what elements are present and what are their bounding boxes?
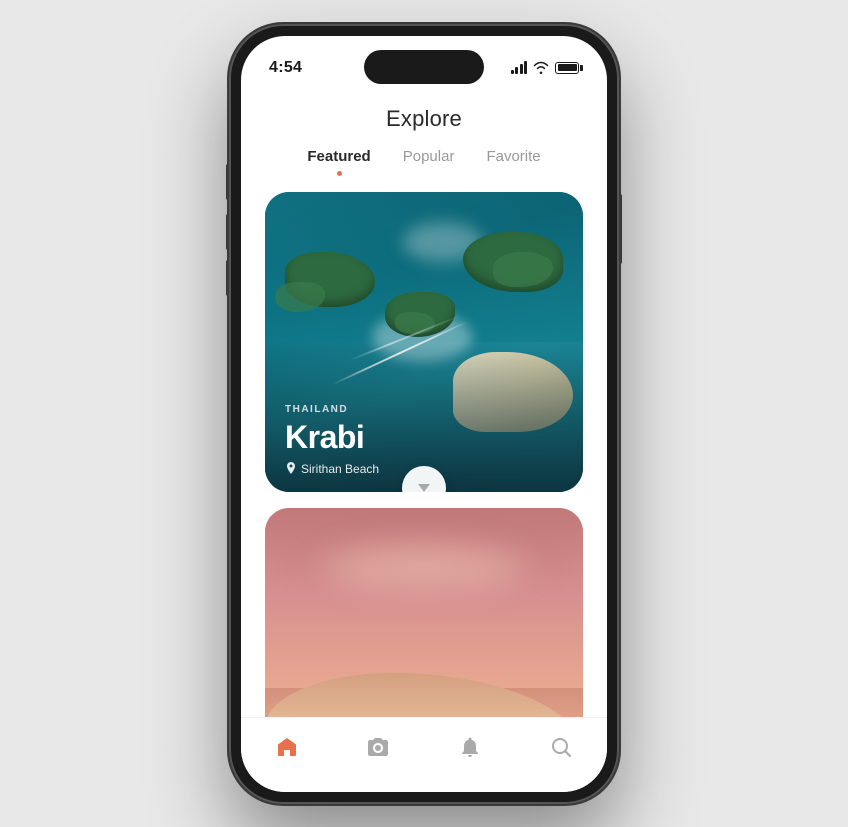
- tab-favorite-dot: [511, 171, 516, 176]
- phone-screen: 4:54: [241, 36, 607, 792]
- card-city: Krabi: [285, 419, 563, 456]
- home-icon: [274, 734, 300, 760]
- tab-favorite[interactable]: Favorite: [486, 148, 540, 176]
- card-krabi[interactable]: THAILAND Krabi Sirithan Beach: [265, 192, 583, 492]
- tab-featured-label: Featured: [307, 148, 370, 165]
- nav-camera[interactable]: [349, 730, 407, 764]
- status-time: 4:54: [269, 59, 302, 77]
- status-icons: [511, 61, 580, 74]
- bottom-nav: [241, 717, 607, 792]
- page-title-area: Explore: [241, 86, 607, 148]
- app-content: Explore Featured Popular Favorite: [241, 86, 607, 717]
- scroll-content[interactable]: THAILAND Krabi Sirithan Beach: [241, 192, 607, 717]
- nav-bell[interactable]: [441, 730, 499, 764]
- card-desert[interactable]: [265, 508, 583, 717]
- tabs-area: Featured Popular Favorite: [241, 148, 607, 192]
- tab-popular-dot: [426, 171, 431, 176]
- tab-featured-dot: [337, 171, 342, 176]
- search-icon: [548, 734, 574, 760]
- card-image-desert: [265, 508, 583, 717]
- nav-search[interactable]: [532, 730, 590, 764]
- phone-mockup: 4:54: [229, 24, 619, 804]
- dynamic-island: [364, 50, 484, 84]
- scroll-arrow-icon: [418, 484, 430, 492]
- tab-favorite-label: Favorite: [486, 148, 540, 165]
- signal-icon: [511, 62, 528, 74]
- tab-featured[interactable]: Featured: [307, 148, 370, 176]
- tab-popular[interactable]: Popular: [403, 148, 455, 176]
- tab-popular-label: Popular: [403, 148, 455, 165]
- location-pin-icon: [285, 462, 297, 476]
- card-country: THAILAND: [285, 404, 563, 415]
- wifi-icon: [533, 61, 549, 74]
- page-title: Explore: [241, 106, 607, 132]
- battery-icon: [555, 62, 579, 74]
- camera-icon: [365, 734, 391, 760]
- bell-icon: [457, 734, 483, 760]
- card-location-text: Sirithan Beach: [301, 462, 379, 476]
- nav-home[interactable]: [258, 730, 316, 764]
